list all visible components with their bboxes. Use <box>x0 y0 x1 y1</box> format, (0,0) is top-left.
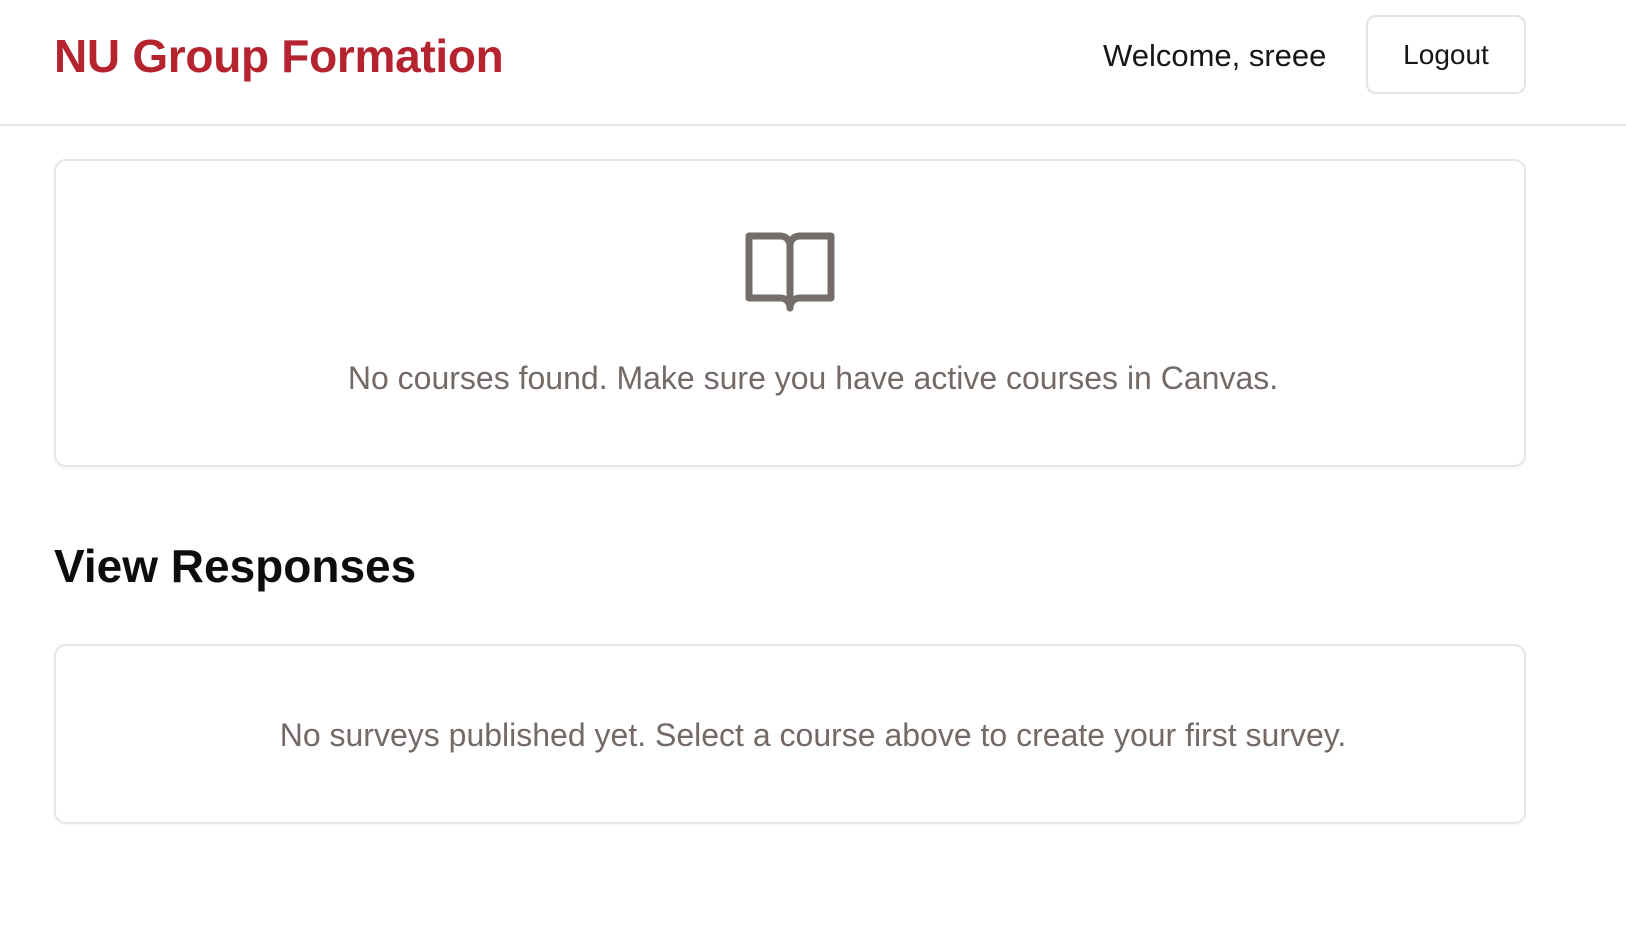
welcome-text: Welcome, sreee <box>1103 38 1327 73</box>
no-courses-message: No courses found. Make sure you have act… <box>347 360 1279 396</box>
logout-button[interactable]: Logout <box>1366 15 1526 94</box>
view-responses-heading: View Responses <box>54 540 417 592</box>
top-nav: NU Group Formation Welcome, sreee Logout <box>0 0 1626 126</box>
open-book-icon <box>745 232 835 312</box>
no-surveys-message: No surveys published yet. Select a cours… <box>279 717 1347 753</box>
app-title[interactable]: NU Group Formation <box>54 26 504 86</box>
